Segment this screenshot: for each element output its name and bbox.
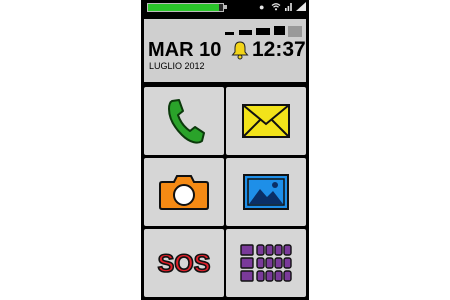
clock-label: 12:37 xyxy=(252,38,306,61)
sos-label: SOS xyxy=(158,250,211,278)
status-bar: ● xyxy=(141,0,309,14)
date-label: MAR 10 xyxy=(148,39,222,61)
signal-bar-1 xyxy=(225,32,234,35)
envelope-icon xyxy=(242,104,290,138)
battery-tip xyxy=(224,5,227,9)
signal-bar-5 xyxy=(288,26,302,37)
picture-icon xyxy=(243,174,289,210)
date-time-header[interactable]: MAR 10 12:37 LUGLIO 2012 xyxy=(144,19,306,82)
alarm-status-icon: ● xyxy=(259,2,265,12)
phone-icon xyxy=(168,99,205,144)
sos-icon: SOS xyxy=(157,249,211,278)
apps-grid-icon xyxy=(240,244,292,282)
phone-screen: ● MAR 10 12:37 LUGLIO 2012 SOS xyxy=(141,0,309,300)
camera-tile[interactable] xyxy=(144,158,224,226)
signal-bar-3 xyxy=(256,28,270,35)
signal-icon xyxy=(296,2,306,13)
bell-icon[interactable] xyxy=(230,40,250,65)
battery-fill xyxy=(148,4,220,11)
apps-tile[interactable] xyxy=(226,229,306,297)
battery-indicator xyxy=(147,3,224,12)
wifi-icon xyxy=(271,2,281,13)
messages-tile[interactable] xyxy=(226,87,306,155)
month-year-label: LUGLIO 2012 xyxy=(149,61,205,71)
network-icon xyxy=(284,2,293,13)
sos-tile[interactable]: SOS xyxy=(144,229,224,297)
signal-bar-4 xyxy=(274,26,285,35)
phone-tile[interactable] xyxy=(144,87,224,155)
signal-bar-2 xyxy=(239,30,252,35)
gallery-tile[interactable] xyxy=(226,158,306,226)
camera-icon xyxy=(159,175,209,210)
